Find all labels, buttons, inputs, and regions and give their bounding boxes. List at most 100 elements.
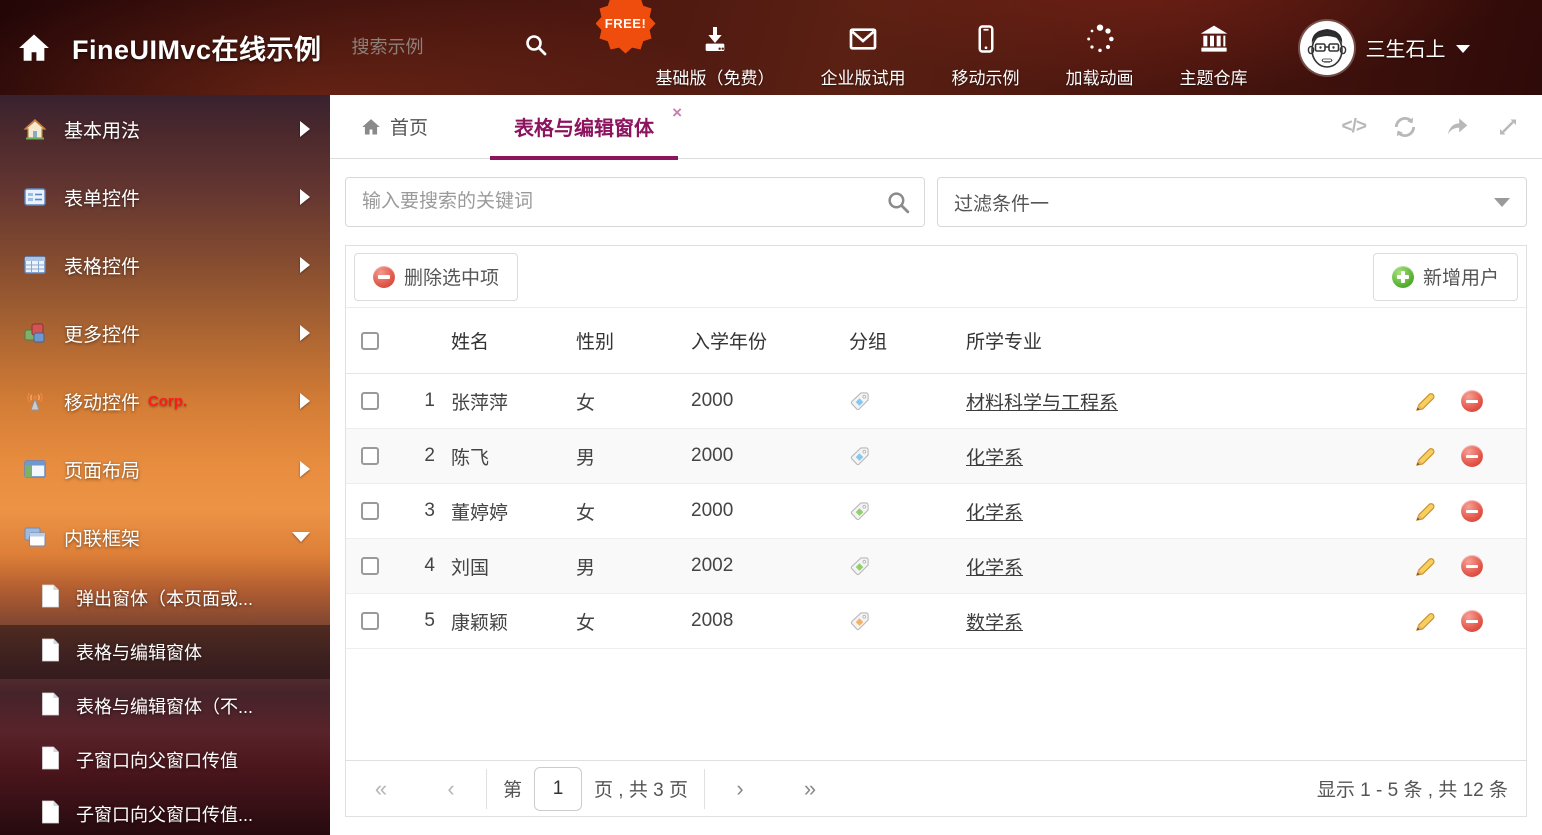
column-header-group[interactable]: 分组 — [849, 327, 966, 354]
sidebar-item-iframe[interactable]: 内联框架 — [0, 503, 330, 571]
delete-row-icon[interactable] — [1461, 390, 1483, 412]
sidebar-subitem-grid-edit-window-2[interactable]: 表格与编辑窗体（不... — [0, 679, 330, 733]
source-code-icon[interactable]: </> — [1342, 116, 1366, 138]
keyword-search — [345, 177, 925, 227]
sidebar-item-label: 更多控件 — [64, 320, 140, 347]
sidebar-subitem-label: 弹出窗体（本页面或... — [76, 585, 253, 611]
close-icon[interactable]: × — [672, 103, 682, 123]
column-header-gender[interactable]: 性别 — [576, 327, 691, 354]
filter-dropdown-value: 过滤条件一 — [954, 189, 1049, 216]
delete-selected-label: 删除选中项 — [404, 263, 499, 290]
sidebar-item-basic-usage[interactable]: 基本用法 — [0, 95, 330, 163]
antenna-icon — [22, 389, 48, 413]
user-menu[interactable]: 三生石上 — [1300, 21, 1470, 75]
refresh-icon[interactable] — [1392, 114, 1418, 140]
first-page-button[interactable]: « — [346, 776, 416, 802]
delete-row-icon[interactable] — [1461, 445, 1483, 467]
cell-year: 2002 — [691, 555, 849, 577]
edit-pencil-icon[interactable] — [1414, 445, 1437, 468]
delete-row-icon[interactable] — [1461, 500, 1483, 522]
nav-item-label: 基础版（免费） — [656, 64, 775, 89]
chevron-right-icon — [300, 257, 310, 273]
filter-dropdown[interactable]: 过滤条件一 — [937, 177, 1527, 227]
expand-icon[interactable] — [1496, 115, 1520, 139]
sidebar-item-mobile-controls[interactable]: 移动控件 Corp. — [0, 367, 330, 435]
sidebar-subitem-child-to-parent-2[interactable]: 子窗口向父窗口传值... — [0, 787, 330, 835]
nav-item-basic-free[interactable]: FREE! 基础版（免费） — [656, 7, 775, 89]
cell-gender: 女 — [576, 498, 691, 525]
keyword-search-input[interactable] — [345, 177, 925, 227]
chevron-down-icon — [292, 532, 310, 542]
row-checkbox[interactable] — [361, 557, 379, 575]
delete-row-icon[interactable] — [1461, 610, 1483, 632]
chevron-down-icon — [1494, 198, 1510, 207]
edit-pencil-icon[interactable] — [1414, 555, 1437, 578]
avatar — [1300, 21, 1354, 75]
sidebar-item-label: 表单控件 — [64, 184, 140, 211]
select-all-checkbox[interactable] — [361, 332, 379, 350]
tab-active-label: 表格与编辑窗体 — [490, 112, 678, 141]
major-link[interactable]: 数学系 — [966, 613, 1023, 634]
home-icon[interactable] — [14, 31, 54, 65]
row-checkbox[interactable] — [361, 392, 379, 410]
nav-item-mobile-demo[interactable]: 移动示例 — [952, 7, 1020, 89]
sidebar-item-label: 内联框架 — [64, 524, 140, 551]
record-count-summary: 显示 1 - 5 条 , 共 12 条 — [1317, 775, 1508, 802]
add-user-label: 新增用户 — [1423, 263, 1499, 290]
sidebar-subitem-popup-window[interactable]: 弹出窗体（本页面或... — [0, 571, 330, 625]
page-prefix-label: 第 — [503, 775, 522, 802]
row-checkbox[interactable] — [361, 447, 379, 465]
table-row: 3 董婷婷 女 2000 化学系 — [346, 484, 1526, 539]
last-page-button[interactable]: » — [775, 776, 845, 802]
filter-row: 过滤条件一 — [330, 159, 1542, 227]
sidebar-item-label: 基本用法 — [64, 116, 140, 143]
sidebar-item-page-layout[interactable]: 页面布局 — [0, 435, 330, 503]
sidebar-subitem-grid-edit-window[interactable]: 表格与编辑窗体 — [0, 625, 330, 679]
table-row: 4 刘国 男 2002 化学系 — [346, 539, 1526, 594]
cubes-icon — [22, 321, 48, 345]
tab-home[interactable]: 首页 — [360, 113, 428, 140]
table-row: 2 陈飞 男 2000 化学系 — [346, 429, 1526, 484]
delete-selected-button[interactable]: 删除选中项 — [354, 253, 518, 301]
edit-pencil-icon[interactable] — [1414, 500, 1437, 523]
column-header-year[interactable]: 入学年份 — [691, 327, 849, 354]
sidebar-item-grid-controls[interactable]: 表格控件 — [0, 231, 330, 299]
page-number-input[interactable] — [534, 767, 582, 811]
cell-name: 陈飞 — [451, 443, 576, 470]
next-page-button[interactable]: › — [705, 776, 775, 802]
cell-gender: 男 — [576, 553, 691, 580]
major-link[interactable]: 化学系 — [966, 503, 1023, 524]
share-icon[interactable] — [1444, 114, 1470, 140]
major-link[interactable]: 化学系 — [966, 558, 1023, 579]
edit-pencil-icon[interactable] — [1414, 610, 1437, 633]
delete-row-icon[interactable] — [1461, 555, 1483, 577]
major-link[interactable]: 材料科学与工程系 — [966, 393, 1118, 414]
nav-item-theme-repo[interactable]: 主题仓库 — [1180, 7, 1248, 89]
row-checkbox[interactable] — [361, 502, 379, 520]
sidebar-item-form-controls[interactable]: 表单控件 — [0, 163, 330, 231]
nav-item-label: 移动示例 — [952, 64, 1020, 89]
nav-item-loading-animations[interactable]: 加载动画 — [1066, 7, 1134, 89]
major-link[interactable]: 化学系 — [966, 448, 1023, 469]
spinner-icon — [1084, 21, 1116, 57]
search-icon[interactable] — [886, 190, 911, 220]
nav-search-input[interactable] — [352, 37, 502, 58]
row-checkbox[interactable] — [361, 612, 379, 630]
prev-page-button[interactable]: ‹ — [416, 776, 486, 802]
sidebar-item-more-controls[interactable]: 更多控件 — [0, 299, 330, 367]
search-icon[interactable] — [524, 33, 548, 62]
row-index: 5 — [391, 610, 451, 632]
column-header-major[interactable]: 所学专业 — [966, 327, 1414, 354]
tag-icon — [849, 556, 870, 577]
sidebar-subitem-label: 表格与编辑窗体（不... — [76, 693, 253, 719]
edit-pencil-icon[interactable] — [1414, 390, 1437, 413]
tab-grid-edit-window[interactable]: 表格与编辑窗体 × — [490, 95, 678, 159]
sidebar-subitem-child-to-parent[interactable]: 子窗口向父窗口传值 — [0, 733, 330, 787]
column-header-name[interactable]: 姓名 — [451, 327, 576, 354]
add-user-button[interactable]: 新增用户 — [1373, 253, 1518, 301]
nav-item-label: 企业版试用 — [821, 64, 906, 89]
cell-year: 2000 — [691, 500, 849, 522]
cell-name: 刘国 — [451, 553, 576, 580]
bank-icon — [1198, 21, 1230, 57]
nav-item-enterprise-trial[interactable]: 企业版试用 — [821, 7, 906, 89]
